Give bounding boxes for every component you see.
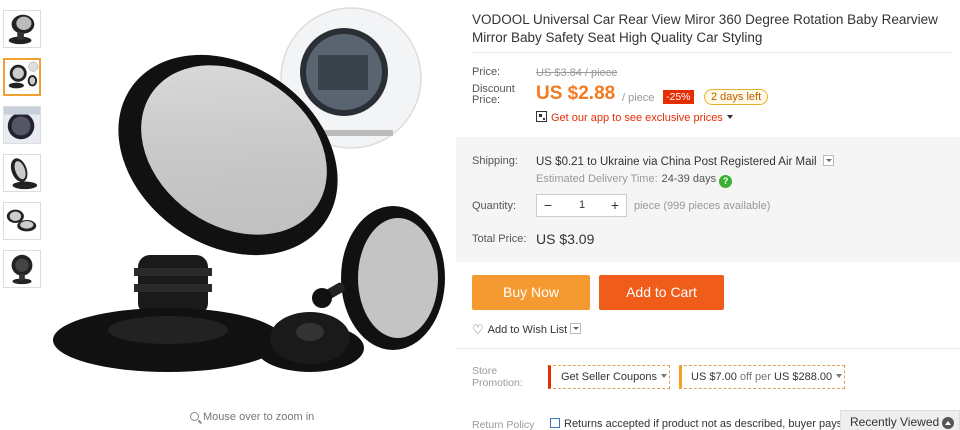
current-price: US $2.88 — [536, 83, 616, 104]
thumbnail-2[interactable] — [3, 58, 41, 96]
return-policy-text: Returns accepted if product not as descr… — [550, 418, 842, 430]
shipping-cost: US $0.21 — [536, 156, 584, 168]
divider — [456, 348, 960, 349]
deal-amount: US $7.00 — [691, 371, 737, 383]
chevron-down-icon — [661, 374, 667, 378]
seller-coupons-text: Get Seller Coupons — [561, 371, 657, 383]
store-deal-button[interactable]: US $7.00 off per US $288.00 — [679, 365, 845, 389]
add-to-cart-button[interactable]: Add to Cart — [599, 275, 724, 310]
delivery-time: 24-39 days — [661, 173, 717, 185]
chevron-up-icon — [942, 417, 954, 429]
divider — [472, 52, 952, 53]
thumbnail-6[interactable] — [3, 250, 41, 288]
quantity-decrease-button[interactable]: − — [537, 195, 559, 216]
time-left-badge: 2 days left — [704, 89, 769, 105]
shipping-route: to Ukraine via China Post Registered Air… — [587, 156, 817, 168]
thumbnail-3[interactable] — [3, 106, 41, 144]
store-promotion-label-line2: Promotion: — [472, 377, 523, 389]
deal-threshold: US $288.00 — [774, 371, 833, 383]
shipping-dropdown-icon[interactable] — [822, 155, 834, 166]
shipping-label: Shipping: — [472, 155, 518, 167]
quantity-input[interactable]: 1 — [559, 195, 605, 216]
recently-viewed-tab[interactable]: Recently Viewed — [840, 410, 960, 430]
heart-icon: ♡ — [472, 322, 484, 337]
price-label: Price: — [472, 66, 501, 78]
app-promo-text: Get our app to see exclusive prices — [551, 112, 723, 124]
thumbnail-1[interactable] — [3, 10, 41, 48]
discount-price-label-line2: Price: — [472, 94, 501, 106]
quantity-increase-button[interactable]: + — [604, 195, 626, 216]
zoom-hint: Mouse over to zoom in — [190, 411, 314, 423]
total-price-label: Total Price: — [472, 233, 527, 245]
shipping-info: US $0.21 to Ukraine via China Post Regis… — [536, 155, 834, 168]
quantity-label: Quantity: — [472, 200, 517, 212]
original-price: US $3.84 / piece — [536, 67, 618, 79]
store-promotion-label: Store Promotion: — [472, 365, 523, 389]
magnifier-icon — [190, 412, 199, 421]
buy-now-button[interactable]: Buy Now — [472, 275, 590, 310]
recently-viewed-label: Recently Viewed — [850, 415, 940, 429]
qr-code-icon — [536, 111, 547, 122]
deal-off-text: off per — [739, 371, 771, 383]
thumbnail-4[interactable] — [3, 154, 41, 192]
return-policy-label: Return Policy — [472, 419, 535, 430]
chevron-down-icon — [726, 115, 733, 119]
delivery-estimate: Estimated Delivery Time: 24-39 days? — [536, 173, 733, 188]
per-unit: / piece — [622, 92, 655, 104]
main-product-image[interactable] — [48, 0, 453, 405]
wishlist-dropdown-icon[interactable] — [570, 323, 582, 334]
total-price: US $3.09 — [536, 231, 595, 247]
thumbnail-list — [3, 10, 43, 298]
chevron-down-icon — [836, 374, 843, 378]
app-promo-link[interactable]: Get our app to see exclusive prices — [536, 111, 733, 124]
delivery-label: Estimated Delivery Time: — [536, 173, 658, 185]
return-policy-value: Returns accepted if product not as descr… — [564, 418, 843, 430]
product-title: VODOOL Universal Car Rear View Miror 360… — [472, 12, 938, 45]
discount-price-label: Discount Price: — [472, 84, 515, 106]
quantity-stepper: − 1 + — [536, 194, 627, 217]
seller-coupons-button[interactable]: Get Seller Coupons — [548, 365, 670, 389]
wishlist-text: Add to Wish List — [487, 324, 568, 336]
quantity-availability: piece (999 pieces available) — [634, 200, 771, 212]
help-icon[interactable]: ? — [719, 175, 733, 188]
zoom-hint-text: Mouse over to zoom in — [203, 411, 315, 423]
shield-icon — [550, 418, 560, 428]
add-to-wishlist-link[interactable]: ♡ Add to Wish List — [472, 322, 582, 338]
store-promotion-label-line1: Store — [472, 365, 498, 377]
discount-badge: -25% — [663, 90, 694, 104]
thumbnail-5[interactable] — [3, 202, 41, 240]
